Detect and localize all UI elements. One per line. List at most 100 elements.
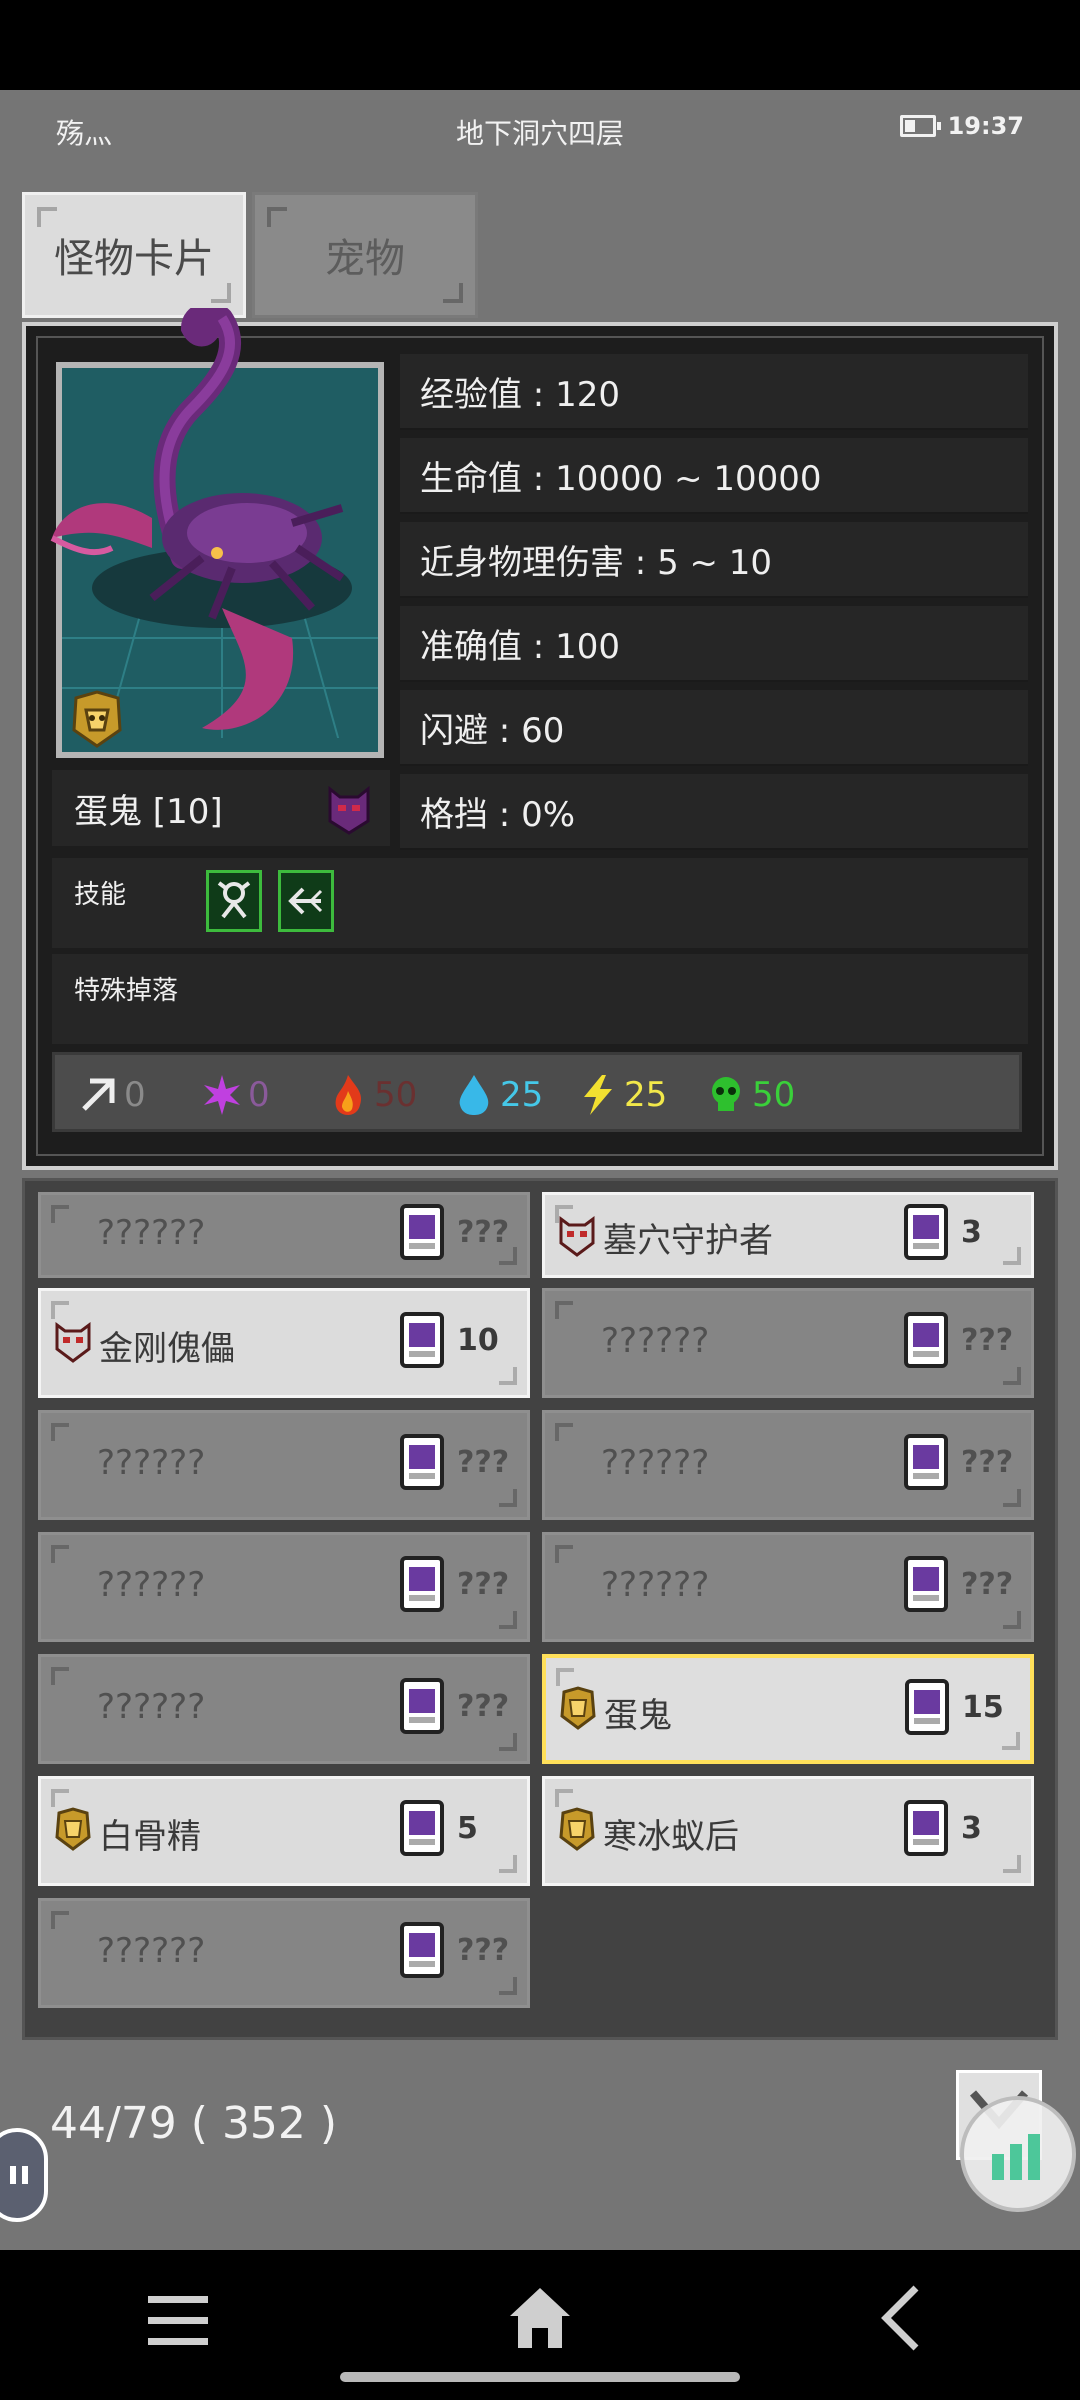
skills-label: 技能	[74, 880, 127, 910]
special-drop-label: 特殊掉落	[74, 976, 179, 1006]
skill-arrow-icon[interactable]	[278, 870, 334, 932]
card-book-icon	[904, 1800, 948, 1856]
monster-card[interactable]: 蛋鬼 15	[542, 1654, 1034, 1764]
card-count: ???	[457, 1215, 510, 1250]
gold-rank-icon	[559, 1807, 595, 1851]
elite-rank-icon	[55, 1322, 91, 1363]
tab-monster-cards[interactable]: 怪物卡片	[22, 192, 246, 318]
card-count: ???	[961, 1323, 1014, 1358]
card-count: 10	[457, 1323, 499, 1358]
resistance-physical: 0	[76, 1071, 146, 1119]
resistance-poison: 50	[704, 1071, 795, 1119]
resistance-value: 50	[374, 1075, 418, 1115]
battery-icon	[899, 115, 941, 137]
gold-rank-icon	[72, 690, 122, 748]
collection-progress: 44/79 ( 352 )	[50, 2098, 338, 2149]
special-drop-row: 特殊掉落	[52, 954, 1028, 1044]
resistance-value: 0	[124, 1075, 146, 1115]
card-book-icon	[904, 1204, 948, 1260]
clock: 19:37	[947, 112, 1024, 140]
demon-elite-icon	[328, 785, 370, 835]
resistance-fire: 50	[326, 1071, 417, 1119]
card-book-icon	[400, 1204, 444, 1260]
card-book-icon	[400, 1434, 444, 1490]
menu-icon[interactable]	[140, 2286, 220, 2356]
monster-card[interactable]: 白骨精 5	[38, 1776, 530, 1886]
magic-icon	[204, 1075, 240, 1115]
lightning-icon	[584, 1075, 612, 1115]
card-count: ???	[961, 1567, 1014, 1602]
stat-block: 格挡 : 0%	[400, 774, 1028, 850]
card-book-icon	[400, 1922, 444, 1978]
monster-card[interactable]: ?????????	[38, 1532, 530, 1642]
monster-card[interactable]: 寒冰蚁后 3	[542, 1776, 1034, 1886]
stat-evade: 闪避 : 60	[400, 690, 1028, 766]
floating-stats-button[interactable]	[960, 2096, 1076, 2212]
monster-card[interactable]: 墓穴守护者 3	[542, 1192, 1034, 1278]
gesture-bar[interactable]	[340, 2372, 740, 2382]
card-name: 白骨精	[99, 1817, 201, 1857]
bar-chart-icon	[992, 2134, 1040, 2180]
resistance-magic: 0	[200, 1071, 270, 1119]
skill-summon-icon[interactable]	[206, 870, 262, 932]
resistance-value: 25	[500, 1075, 544, 1115]
card-name: ??????	[97, 1931, 206, 1971]
card-count: 3	[961, 1215, 982, 1250]
resistance-water: 25	[452, 1071, 543, 1119]
monster-card[interactable]: ?????????	[542, 1532, 1034, 1642]
card-count: 5	[457, 1811, 478, 1846]
card-book-icon	[905, 1679, 949, 1735]
water-icon	[459, 1075, 489, 1115]
resistance-value: 0	[248, 1075, 270, 1115]
skills-row: 技能	[52, 858, 1028, 948]
home-icon[interactable]	[500, 2278, 580, 2358]
tab-pets[interactable]: 宠物	[252, 192, 478, 318]
resistance-value: 50	[752, 1075, 796, 1115]
stat-exp: 经验值 : 120	[400, 354, 1028, 430]
poison-icon	[712, 1077, 740, 1111]
monster-card[interactable]: ?????????	[542, 1410, 1034, 1520]
card-name: 墓穴守护者	[603, 1221, 773, 1261]
card-name: ??????	[97, 1443, 206, 1483]
card-book-icon	[904, 1434, 948, 1490]
card-name: ??????	[601, 1443, 710, 1483]
status-right: 19:37	[899, 112, 1024, 140]
monster-card[interactable]: ?????????	[38, 1654, 530, 1764]
monster-card[interactable]: ?????????	[38, 1410, 530, 1520]
stat-accuracy: 准确值 : 100	[400, 606, 1028, 682]
side-menu-handle[interactable]	[0, 2128, 48, 2222]
card-name: ??????	[97, 1213, 206, 1253]
gold-rank-icon	[560, 1686, 596, 1730]
card-count: ???	[457, 1689, 510, 1724]
monster-card[interactable]: ?????????	[38, 1898, 530, 2008]
card-count: ???	[457, 1567, 510, 1602]
stat-melee-damage: 近身物理伤害 : 5 ~ 10	[400, 522, 1028, 598]
stat-hp: 生命值 : 10000 ~ 10000	[400, 438, 1028, 514]
card-name: 寒冰蚁后	[603, 1817, 739, 1857]
status-bar: 殇灬 地下洞穴四层 19:37	[0, 90, 1080, 170]
card-count: ???	[457, 1445, 510, 1480]
card-book-icon	[400, 1556, 444, 1612]
elite-rank-icon	[559, 1216, 595, 1257]
monster-card[interactable]: 金刚傀儡 10	[38, 1288, 530, 1398]
handle-icon	[10, 2166, 28, 2184]
card-book-icon	[400, 1800, 444, 1856]
card-book-icon	[400, 1678, 444, 1734]
card-book-icon	[904, 1312, 948, 1368]
card-name: 蛋鬼	[604, 1696, 672, 1736]
card-count: 15	[962, 1690, 1004, 1725]
fire-icon	[335, 1075, 362, 1115]
back-icon[interactable]	[870, 2278, 930, 2358]
scorpion-icon	[50, 308, 378, 738]
card-name: ??????	[601, 1321, 710, 1361]
gold-rank-icon	[55, 1807, 91, 1851]
card-book-icon	[400, 1312, 444, 1368]
card-count: ???	[961, 1445, 1014, 1480]
card-count: ???	[457, 1933, 510, 1968]
monster-card[interactable]: ?????????	[542, 1288, 1034, 1398]
card-name: 金刚傀儡	[99, 1329, 235, 1369]
card-count: 3	[961, 1811, 982, 1846]
monster-card[interactable]: ?????????	[38, 1192, 530, 1278]
card-name: ??????	[97, 1687, 206, 1727]
resistance-lightning: 25	[576, 1071, 667, 1119]
